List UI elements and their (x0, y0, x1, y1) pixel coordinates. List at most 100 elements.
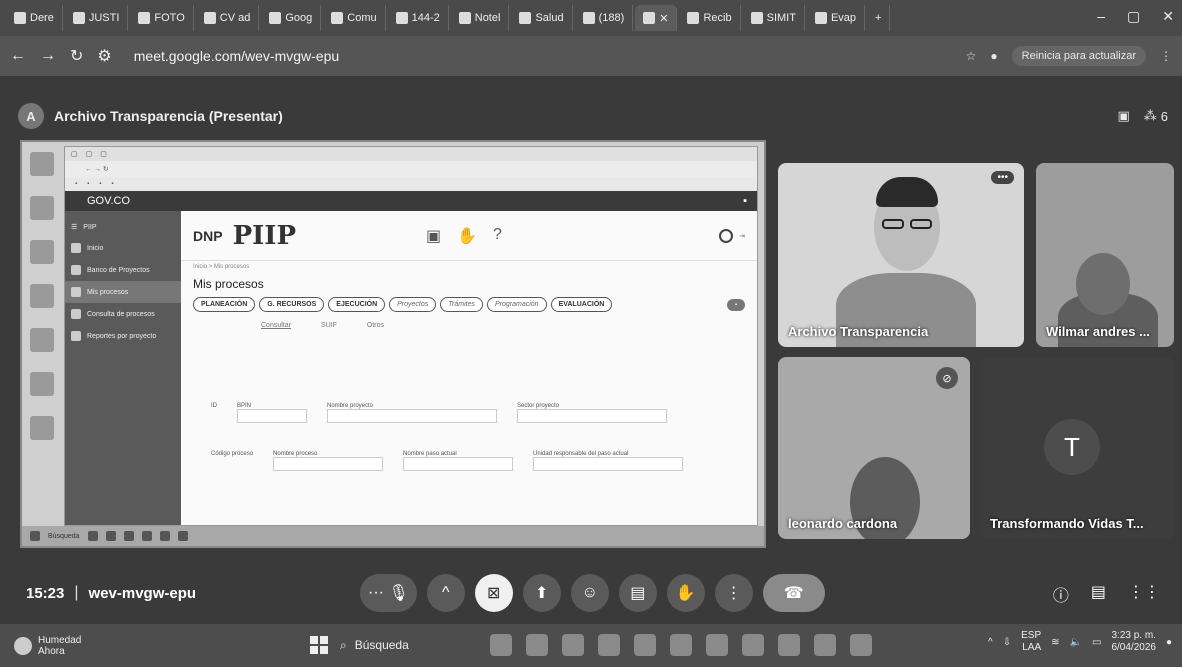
mic-button[interactable]: ··· 🎙 (360, 574, 417, 612)
weather-widget[interactable]: Humedad Ahora (14, 635, 81, 657)
participants-indicator[interactable]: ⁂ 6 (1144, 108, 1168, 124)
browser-tab[interactable]: (188) (575, 5, 634, 31)
browser-tab[interactable]: FOTO (130, 5, 194, 31)
camera-app-icon[interactable] (562, 634, 584, 656)
bpin-input[interactable] (237, 409, 307, 423)
network-icon[interactable]: ⇩ (1003, 637, 1011, 648)
back-icon[interactable]: ← (10, 47, 26, 65)
tab-otros[interactable]: Otros (367, 322, 384, 329)
browser-tab[interactable]: Notel (451, 5, 510, 31)
sidebar-item-mis-procesos[interactable]: Mis procesos (65, 281, 181, 303)
participant-tile[interactable]: T Transformando Vidas T... (980, 357, 1174, 539)
profile-icon[interactable]: ● (990, 49, 997, 63)
camera-options-button[interactable]: ^ (426, 574, 465, 612)
process-name-input[interactable] (273, 457, 384, 471)
browser-tab[interactable]: CV ad (196, 5, 260, 31)
raise-hand-button[interactable]: ✋ (666, 574, 705, 612)
activities-icon[interactable]: ⋮⋮ (1128, 582, 1160, 606)
browser-tab[interactable]: 144-2 (388, 5, 449, 31)
desktop-icon[interactable] (30, 372, 54, 396)
forward-icon[interactable]: → (40, 47, 56, 65)
bookmark-star-icon[interactable]: ☆ (966, 49, 977, 63)
browser-tab[interactable]: Dere (6, 5, 63, 31)
layout-icon[interactable]: ▣ (1117, 108, 1129, 124)
minimize-icon[interactable]: – (1097, 8, 1105, 25)
desktop-icon[interactable] (30, 196, 54, 220)
step-planeacion[interactable]: PLANEACIÓN (193, 297, 256, 312)
tab-consultar[interactable]: Consultar (261, 322, 291, 329)
more-options-icon[interactable]: ••• (991, 171, 1014, 184)
chrome-icon[interactable] (670, 634, 692, 656)
desktop-icon[interactable] (30, 284, 54, 308)
chrome-icon[interactable] (814, 634, 836, 656)
project-name-input[interactable] (327, 409, 497, 423)
captions-button[interactable]: ▤ (618, 574, 657, 612)
sidebar-menu-toggle[interactable]: ☰ PIIP (65, 217, 181, 237)
word-icon[interactable] (778, 634, 800, 656)
file-explorer-icon[interactable] (526, 634, 548, 656)
step-programacion[interactable]: Programación (486, 297, 547, 312)
help-icon[interactable]: ? (493, 226, 502, 246)
wifi-icon[interactable]: ≋ (1051, 637, 1059, 648)
browser-tab-active[interactable]: ✕ (635, 5, 678, 31)
step-proyectos[interactable]: Proyectos (389, 297, 437, 312)
reactions-button[interactable]: ☺ (570, 574, 609, 612)
chat-icon[interactable]: ▤ (1091, 582, 1106, 606)
leave-call-button[interactable]: ☎ (762, 574, 825, 612)
sidebar-item-inicio[interactable]: Inicio (65, 237, 181, 259)
process-button[interactable]: ▪ (726, 298, 745, 311)
desktop-icon[interactable] (30, 240, 54, 264)
participant-tile[interactable]: Wilmar andres ... (1036, 163, 1174, 347)
more-options-button[interactable]: ⋮ (714, 574, 753, 612)
widgets-icon[interactable] (490, 634, 512, 656)
new-tab-button[interactable]: + (867, 5, 891, 31)
browser-tab[interactable]: Recib (679, 5, 741, 31)
desktop-icon[interactable] (30, 416, 54, 440)
browser-tab[interactable]: SIMIT (743, 5, 805, 31)
maximize-icon[interactable]: ▢ (1127, 8, 1140, 25)
info-icon[interactable]: ⓘ (1053, 582, 1069, 606)
step-recursos[interactable]: G. RECURSOS (259, 297, 325, 312)
tab-close-icon[interactable]: ✕ (659, 12, 668, 25)
step-ejecucion[interactable]: EJECUCIÓN (328, 297, 386, 312)
browser-tab[interactable]: Goog (261, 5, 322, 31)
step-evaluacion[interactable]: EVALUACIÓN (550, 297, 613, 312)
battery-icon[interactable]: ▭ (1092, 637, 1101, 648)
sidebar-item-banco[interactable]: Banco de Proyectos (65, 259, 181, 281)
current-step-input[interactable] (403, 457, 514, 471)
sidebar-item-reportes[interactable]: Reportes por proyecto (65, 325, 181, 347)
folder-icon[interactable] (850, 634, 872, 656)
sidebar-item-consulta[interactable]: Consulta de procesos (65, 303, 181, 325)
site-info-icon[interactable]: ⚙ (97, 46, 111, 66)
unit-select[interactable] (533, 457, 684, 471)
clock[interactable]: 3:23 p. m. 6/04/2026 (1111, 630, 1156, 654)
participant-tile[interactable]: ⊘ leonardo cardona (778, 357, 970, 539)
camera-off-button[interactable]: ⊠ (474, 574, 513, 612)
reload-icon[interactable]: ↻ (70, 46, 83, 66)
start-button[interactable] (310, 636, 328, 654)
calendar-icon[interactable] (706, 634, 728, 656)
browser-tab[interactable]: Evap (807, 5, 866, 31)
desktop-icon[interactable] (30, 152, 54, 176)
menu-kebab-icon[interactable]: ⋮ (1160, 49, 1172, 63)
desktop-icon[interactable] (30, 328, 54, 352)
volume-icon[interactable]: 🔈 (1070, 637, 1082, 648)
url-field[interactable]: meet.google.com/wev-mvgw-epu (134, 48, 339, 64)
browser-tab[interactable]: Comu (323, 5, 386, 31)
notifications-icon[interactable]: ▣ (426, 226, 441, 246)
sector-select[interactable] (517, 409, 667, 423)
excel-icon[interactable] (598, 634, 620, 656)
step-tramites[interactable]: Trámites (440, 297, 483, 312)
chevron-up-icon[interactable]: ^ (988, 637, 993, 648)
language-indicator[interactable]: ESP LAA (1021, 630, 1041, 654)
taskbar-search[interactable]: ⌕ Búsqueda (340, 632, 480, 658)
present-button[interactable]: ⬆ (522, 574, 561, 612)
edge-icon[interactable] (742, 634, 764, 656)
user-menu[interactable]: ⇥ (719, 228, 745, 243)
browser-tab[interactable]: Salud (511, 5, 573, 31)
hand-icon[interactable]: ✋ (457, 226, 477, 246)
participant-tile[interactable]: ••• Archivo Transparencia (778, 163, 1024, 347)
browser-tab[interactable]: JUSTI (65, 5, 129, 31)
close-window-icon[interactable]: ✕ (1162, 8, 1174, 25)
logout-icon[interactable]: ⇥ (739, 232, 745, 240)
